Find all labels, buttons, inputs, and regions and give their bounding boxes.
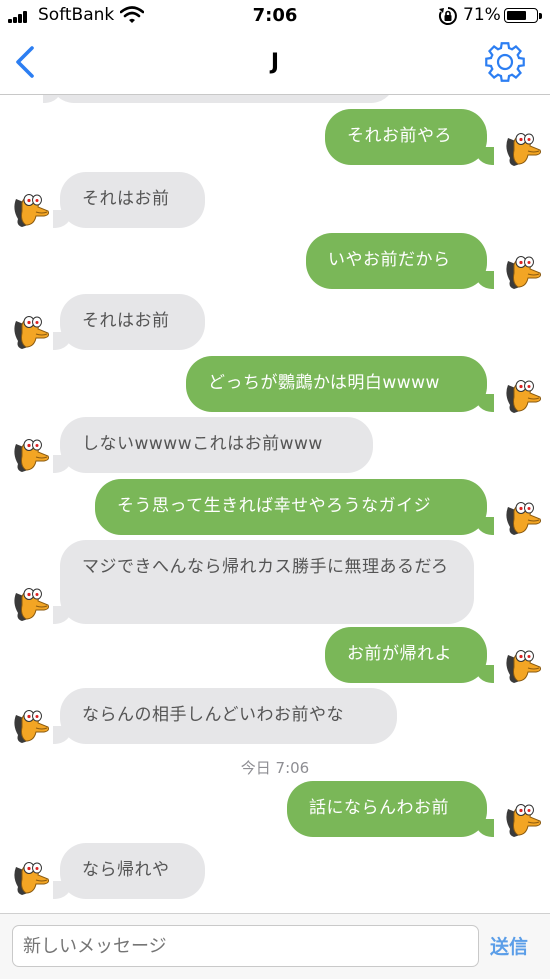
gear-icon[interactable] [482, 39, 528, 85]
avatar-icon [506, 380, 541, 413]
message-timestamp: 今日 7:06 [240, 759, 310, 777]
avatar-icon [506, 133, 541, 166]
avatar-icon [506, 502, 541, 535]
message-bubble-incoming: なら帰れや [53, 843, 205, 899]
battery-icon [504, 8, 538, 23]
message-bubble-partial [43, 95, 395, 103]
message-list[interactable]: それお前やろ それはお前 いやお前だから それはお前 どっちが鸚鵡かは明白www… [0, 95, 550, 913]
avatar-icon [506, 804, 541, 837]
composer-bar: 送信 [0, 913, 550, 979]
message-bubble-outgoing: お前が帰れよ [325, 627, 494, 683]
message-input[interactable] [12, 925, 479, 967]
message-bubble-incoming: ならんの相手しんどいわお前やな [53, 688, 397, 744]
nav-bar: J [0, 32, 550, 95]
message-bubble-incoming: マジできへんなら帰れカス勝手に無理あるだろ [53, 540, 474, 624]
avatar-icon [14, 439, 49, 472]
message-bubble-incoming: それはお前 [53, 172, 205, 228]
battery-percent: 71% [463, 5, 501, 25]
conversation-title: J [270, 50, 280, 75]
avatar-icon [14, 588, 49, 621]
send-button[interactable]: 送信 [490, 932, 528, 959]
message-bubble-outgoing: どっちが鸚鵡かは明白wwww [186, 356, 494, 412]
orientation-lock-icon [438, 7, 457, 25]
status-bar: SoftBank 7:06 71% [0, 0, 550, 32]
message-bubble-outgoing: いやお前だから [306, 233, 494, 289]
avatar-icon [506, 650, 541, 683]
avatar-icon [14, 862, 49, 895]
avatar-icon [506, 256, 541, 289]
avatar-icon [14, 316, 49, 349]
message-bubble-incoming: それはお前 [53, 294, 205, 350]
avatar-icon [10, 95, 54, 109]
avatar-icon [14, 710, 49, 743]
message-bubble-outgoing: 話にならんわお前 [287, 781, 494, 837]
message-bubble-incoming: しないwwwwこれはお前www [53, 417, 373, 473]
avatar-icon [14, 194, 49, 227]
message-bubble-outgoing: それお前やろ [325, 109, 494, 165]
message-bubble-outgoing: そう思って生きれば幸せやろうなガイジ [95, 479, 494, 535]
